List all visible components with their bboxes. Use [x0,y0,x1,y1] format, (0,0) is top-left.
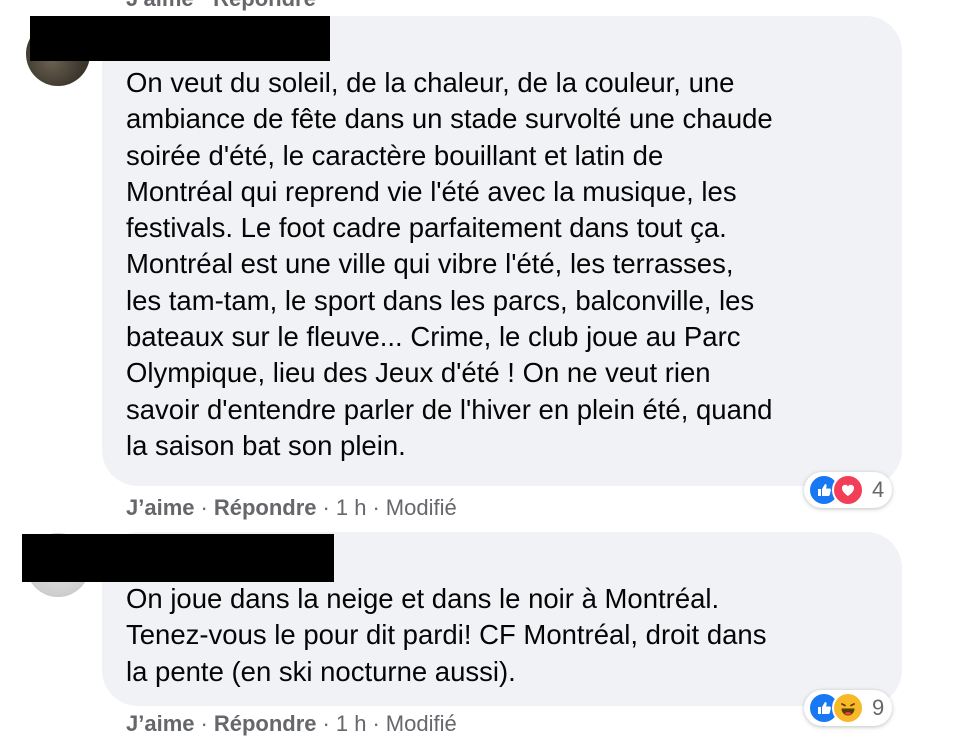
reaction-count: 4 [872,477,885,502]
separator: · [322,495,330,520]
separator: · [200,495,208,520]
like-button[interactable]: J’aime [126,495,195,520]
previous-comment-actions: J'aime · Répondre [126,0,316,12]
comment-text: On veut du soleil, de la chaleur, de la … [126,67,773,461]
separator: · [372,711,380,736]
redacted-author-name [30,16,330,61]
love-icon [832,474,864,506]
comment-actions: J’aime · Répondre · 1 h · Modifié [126,495,457,521]
reply-button[interactable]: Répondre [214,495,317,520]
reaction-count: 9 [872,695,885,720]
timestamp[interactable]: 1 h [336,495,367,520]
comment-actions: J’aime · Répondre · 1 h · Modifié [126,711,457,737]
reaction-summary[interactable]: 4 [804,472,893,508]
reaction-summary[interactable]: 9 [804,690,893,726]
separator: · [200,711,208,736]
separator: · [322,711,330,736]
redacted-author-name [22,534,334,582]
separator: · [372,495,380,520]
haha-icon [832,692,864,724]
edited-label[interactable]: Modifié [386,711,457,736]
reply-button[interactable]: Répondre [214,711,317,736]
timestamp[interactable]: 1 h [336,711,367,736]
comment-text: On joue dans la neige et dans le noir à … [126,583,767,687]
edited-label[interactable]: Modifié [386,495,457,520]
like-button[interactable]: J’aime [126,711,195,736]
